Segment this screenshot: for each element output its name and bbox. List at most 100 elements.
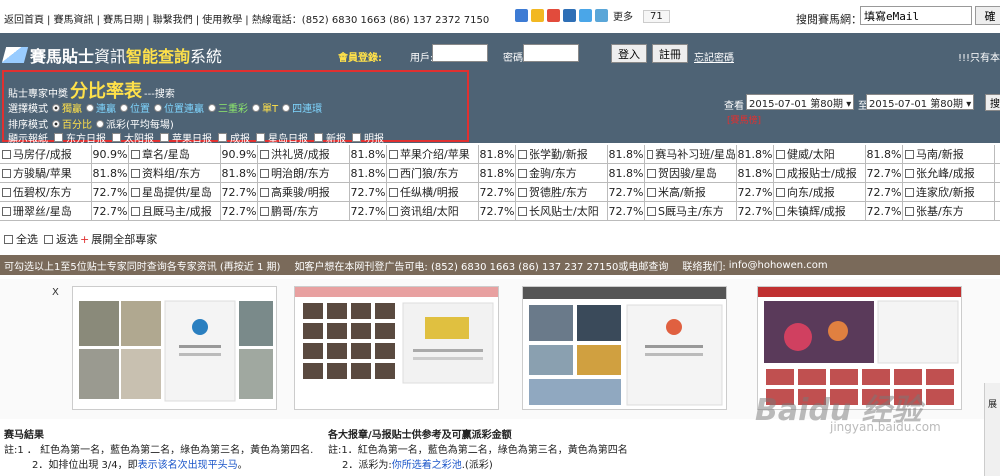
expert-checkbox[interactable]: [131, 168, 140, 178]
expert-cell[interactable]: 马房仔/成报: [0, 145, 92, 163]
paper-checkbox-sun[interactable]: [112, 133, 121, 142]
contact-link[interactable]: 聯繫我們: [153, 15, 193, 26]
ad-thumbnail-1[interactable]: [72, 286, 277, 410]
query-search-button[interactable]: 搜: [985, 94, 1000, 111]
mode-radio-place-q[interactable]: [154, 103, 162, 112]
expert-checkbox[interactable]: [389, 168, 398, 178]
ad-thumbnail-3[interactable]: [522, 286, 727, 410]
ad-thumbnail-2[interactable]: [294, 286, 499, 410]
expert-cell[interactable]: 健威/太阳: [774, 145, 866, 163]
weibo-icon[interactable]: [547, 9, 560, 22]
expert-cell[interactable]: 贺因骏/星岛: [645, 164, 737, 182]
forgot-password-link[interactable]: 忘記密碼: [694, 49, 734, 64]
expert-cell[interactable]: 贺德胜/东方: [516, 183, 608, 201]
expert-cell[interactable]: 且厩马主/成报: [129, 202, 221, 220]
paper-checkbox-new[interactable]: [314, 133, 323, 142]
expert-cell[interactable]: 鹏哥/东方: [258, 202, 350, 220]
home-link[interactable]: 返回首頁: [4, 15, 44, 26]
expert-cell[interactable]: 高乘骏/明报: [258, 183, 350, 201]
expert-checkbox[interactable]: [260, 187, 269, 197]
expert-checkbox[interactable]: [2, 149, 11, 159]
expert-cell[interactable]: 资讯组/太阳: [387, 202, 479, 220]
paper-checkbox-sing-pao[interactable]: [218, 133, 227, 142]
expert-checkbox[interactable]: [518, 168, 527, 178]
expert-checkbox[interactable]: [131, 187, 140, 197]
expert-checkbox[interactable]: [389, 149, 398, 159]
expert-checkbox[interactable]: [905, 168, 914, 178]
select-all-checkbox[interactable]: [4, 234, 13, 244]
close-icon[interactable]: X: [52, 287, 59, 298]
expert-cell[interactable]: 洪礼贤/成报: [258, 145, 350, 163]
racing-board-link[interactable]: [賽馬榜]: [727, 113, 761, 126]
side-widget[interactable]: 展: [984, 383, 1000, 476]
expert-cell[interactable]: 西门狼/东方: [387, 164, 479, 182]
expert-checkbox[interactable]: [260, 149, 269, 159]
expert-checkbox[interactable]: [518, 206, 527, 216]
expert-cell[interactable]: 张允峰/成报: [903, 164, 995, 182]
register-button[interactable]: 註冊: [652, 44, 688, 63]
site-logo[interactable]: 賽馬貼士 資訊 智能查詢 系統: [1, 43, 222, 67]
paper-checkbox-sing-tao[interactable]: [256, 133, 265, 142]
race-results-note-2-link[interactable]: 表示该名次出现平头马: [138, 460, 238, 471]
expert-checkbox[interactable]: [647, 168, 656, 178]
expert-checkbox[interactable]: [131, 149, 140, 159]
password-input[interactable]: [523, 44, 579, 62]
expert-cell[interactable]: 张基/东方: [903, 202, 995, 220]
expand-all-link[interactable]: 展開全部專家: [91, 231, 157, 247]
share-icon-6[interactable]: [595, 9, 608, 22]
expert-checkbox[interactable]: [776, 187, 785, 197]
select-back-checkbox[interactable]: [44, 234, 53, 244]
expert-checkbox[interactable]: [647, 149, 654, 159]
expert-checkbox[interactable]: [389, 206, 398, 216]
share-icon-1[interactable]: [515, 9, 528, 22]
sort-radio-percent[interactable]: [52, 119, 60, 128]
expert-checkbox[interactable]: [776, 168, 785, 178]
expert-checkbox[interactable]: [389, 187, 398, 197]
expert-checkbox[interactable]: [776, 206, 785, 216]
login-button[interactable]: 登入: [611, 44, 647, 63]
expert-checkbox[interactable]: [905, 149, 914, 159]
expert-checkbox[interactable]: [2, 168, 11, 178]
expert-checkbox[interactable]: [905, 206, 914, 216]
tencent-weibo-icon[interactable]: [579, 9, 592, 22]
expert-cell[interactable]: 章名/星岛: [129, 145, 221, 163]
date-from-select[interactable]: 2015-07-01 第80期 ▾: [746, 94, 855, 110]
email-submit-button[interactable]: 確: [975, 6, 1000, 25]
expert-cell[interactable]: 马南/新报: [903, 145, 995, 163]
expert-checkbox[interactable]: [131, 206, 140, 216]
expert-checkbox[interactable]: [518, 149, 527, 159]
expert-checkbox[interactable]: [518, 187, 527, 197]
mode-radio-win[interactable]: [52, 103, 60, 112]
expert-cell[interactable]: 珊翠丝/星岛: [0, 202, 92, 220]
mode-radio-place[interactable]: [120, 103, 128, 112]
expert-cell[interactable]: 成报贴士/成报: [774, 164, 866, 182]
mode-radio-single-t[interactable]: [252, 103, 260, 112]
contact-email-link[interactable]: info@hohowen.com: [729, 260, 828, 271]
expert-cell[interactable]: 赛马补习班/星岛: [645, 145, 737, 163]
paper-checkbox-apple[interactable]: [160, 133, 169, 142]
expert-cell[interactable]: 向东/成报: [774, 183, 866, 201]
expert-checkbox[interactable]: [776, 149, 785, 159]
expert-checkbox[interactable]: [260, 168, 269, 178]
expert-checkbox[interactable]: [647, 206, 656, 216]
mode-radio-quartet[interactable]: [282, 103, 291, 112]
expert-cell[interactable]: 伍碧权/东方: [0, 183, 92, 201]
paper-checkbox-oriental[interactable]: [54, 133, 63, 142]
renren-icon[interactable]: [563, 9, 576, 22]
expert-checkbox[interactable]: [905, 187, 914, 197]
expert-cell[interactable]: 金驹/东方: [516, 164, 608, 182]
share-more-link[interactable]: 更多: [613, 8, 633, 23]
expert-cell[interactable]: 任纵横/明报: [387, 183, 479, 201]
expert-cell[interactable]: 方骏騧/苹果: [0, 164, 92, 182]
racing-info-link[interactable]: 賽馬資訊: [54, 15, 94, 26]
expert-cell[interactable]: 长风贴士/太阳: [516, 202, 608, 220]
newspaper-tips-note-2-link[interactable]: 你所选着之彩池: [392, 460, 462, 471]
expert-cell[interactable]: 星岛提供/星岛: [129, 183, 221, 201]
expert-cell[interactable]: 连家欣/新报: [903, 183, 995, 201]
expert-cell[interactable]: 苹果介绍/苹果: [387, 145, 479, 163]
expert-cell[interactable]: 朱镇辉/成报: [774, 202, 866, 220]
qzone-icon[interactable]: [531, 9, 544, 22]
expert-checkbox[interactable]: [647, 187, 656, 197]
date-to-select[interactable]: 2015-07-01 第80期 ▾: [866, 94, 975, 110]
expert-checkbox[interactable]: [2, 187, 11, 197]
